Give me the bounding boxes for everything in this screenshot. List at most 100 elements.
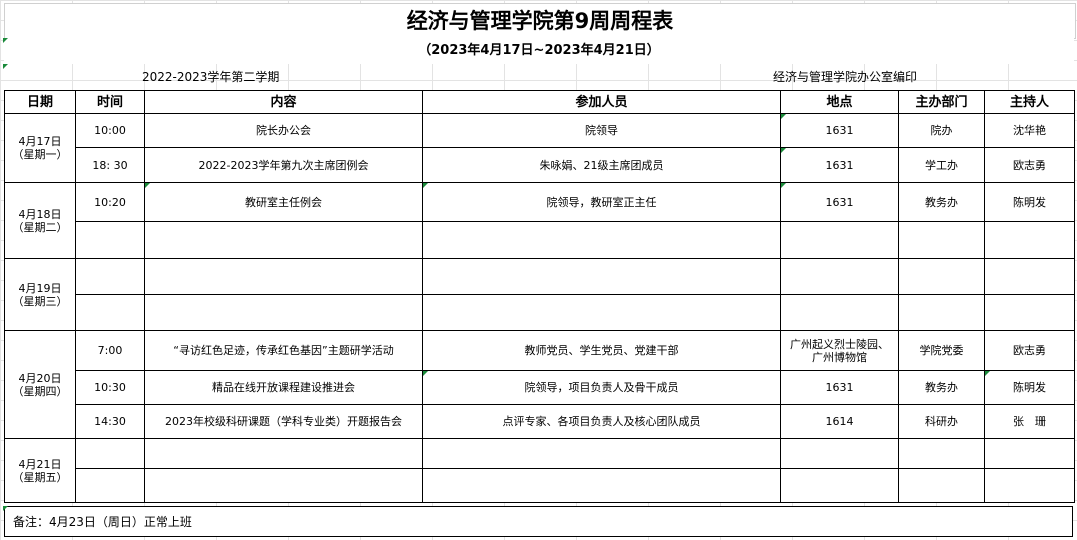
organizer-cell[interactable] <box>898 468 985 503</box>
time-cell[interactable]: 10:30 <box>75 370 145 405</box>
host-cell[interactable] <box>984 258 1075 295</box>
table-row[interactable] <box>5 468 1075 503</box>
content-cell[interactable] <box>144 468 423 503</box>
time-cell[interactable]: 7:00 <box>75 330 145 371</box>
host-cell[interactable]: 陈明发 <box>984 370 1075 405</box>
host-cell[interactable]: 陈明发 <box>984 182 1075 222</box>
header-host: 主持人 <box>984 90 1075 114</box>
participants-cell[interactable] <box>422 468 781 503</box>
participants-cell[interactable] <box>422 221 781 259</box>
table-row[interactable]: 18: 30 2022-2023学年第九次主席团例会 朱咏娟、21级主席团成员 … <box>5 147 1075 183</box>
organizer-cell[interactable]: 学工办 <box>898 147 985 183</box>
date-cell: 4月20日 （星期四） <box>4 330 76 439</box>
location-cell[interactable] <box>780 221 899 259</box>
location-cell[interactable]: 1631 <box>780 370 899 405</box>
organizer-cell[interactable] <box>898 258 985 295</box>
location-cell[interactable]: 1631 <box>780 113 899 148</box>
location-cell[interactable] <box>780 258 899 295</box>
time-cell[interactable]: 14:30 <box>75 404 145 439</box>
host-cell[interactable] <box>984 468 1075 503</box>
location-cell[interactable]: 广州起义烈士陵园、 广州博物馆 <box>780 330 899 371</box>
header-content: 内容 <box>144 90 423 114</box>
organizer-cell[interactable]: 学院党委 <box>898 330 985 371</box>
time-cell[interactable] <box>75 258 145 295</box>
content-cell[interactable] <box>144 294 423 331</box>
content-cell[interactable]: 教研室主任例会 <box>144 182 423 222</box>
table-row[interactable]: 4月20日 （星期四） 7:00 “寻访红色足迹，传承红色基因”主题研学活动 教… <box>4 330 1075 439</box>
participants-cell[interactable]: 点评专家、各项目负责人及核心团队成员 <box>422 404 781 439</box>
content-cell[interactable]: 2022-2023学年第九次主席团例会 <box>144 147 423 183</box>
content-cell[interactable]: “寻访红色足迹，传承红色基因”主题研学活动 <box>144 330 423 371</box>
participants-cell[interactable]: 院领导，项目负责人及骨干成员 <box>422 370 781 405</box>
date-cell: 4月17日 （星期一） <box>4 113 76 183</box>
weekday-text: （星期二） <box>12 220 68 234</box>
header-time: 时间 <box>75 90 145 114</box>
participants-cell[interactable] <box>422 294 781 331</box>
organizer-cell[interactable] <box>898 294 985 331</box>
table-row[interactable]: 4月18日 （星期二） 10:20 教研室主任例会 院领导，教研室正主任 163… <box>4 182 1075 259</box>
organizer-cell[interactable]: 教务办 <box>898 182 985 222</box>
content-cell[interactable]: 院长办公会 <box>144 113 423 148</box>
time-cell[interactable] <box>75 294 145 331</box>
time-cell[interactable]: 10:00 <box>75 113 145 148</box>
host-cell[interactable]: 张 珊 <box>984 404 1075 439</box>
host-cell[interactable] <box>984 438 1075 469</box>
header-location: 地点 <box>780 90 899 114</box>
table-row[interactable] <box>5 221 1075 259</box>
time-cell[interactable] <box>75 468 145 503</box>
organizer-cell[interactable]: 教务办 <box>898 370 985 405</box>
content-cell[interactable] <box>144 438 423 469</box>
host-cell[interactable] <box>984 294 1075 331</box>
table-row[interactable]: 10:30 精品在线开放课程建设推进会 院领导，项目负责人及骨干成员 1631 … <box>5 370 1075 405</box>
date-text: 4月20日 <box>18 371 62 385</box>
semester-label: 2022-2023学年第二学期 <box>142 70 280 84</box>
participants-cell[interactable] <box>422 258 781 295</box>
content-cell[interactable]: 2023年校级科研课题（学科专业类）开题报告会 <box>144 404 423 439</box>
date-text: 4月19日 <box>18 281 62 295</box>
time-cell[interactable]: 18: 30 <box>75 147 145 183</box>
table-row[interactable]: 14:30 2023年校级科研课题（学科专业类）开题报告会 点评专家、各项目负责… <box>5 404 1075 439</box>
note-footer: 备注：4月23日（周日）正常上班 <box>4 506 1073 537</box>
date-text: 4月18日 <box>18 207 62 221</box>
participants-cell[interactable]: 院领导，教研室正主任 <box>422 182 781 222</box>
content-cell[interactable] <box>144 221 423 259</box>
location-cell[interactable] <box>780 468 899 503</box>
table-row[interactable]: 4月19日 （星期三） <box>4 258 1075 331</box>
content-cell[interactable] <box>144 258 423 295</box>
table-row[interactable]: 4月21日 （星期五） <box>4 438 1075 503</box>
host-cell[interactable] <box>984 221 1075 259</box>
location-cell[interactable] <box>780 294 899 331</box>
header-organizer: 主办部门 <box>898 90 985 114</box>
organizer-cell[interactable]: 科研办 <box>898 404 985 439</box>
organizer-cell[interactable] <box>898 438 985 469</box>
participants-cell[interactable]: 院领导 <box>422 113 781 148</box>
location-cell[interactable]: 1631 <box>780 147 899 183</box>
comment-marker-icon <box>3 38 8 43</box>
time-cell[interactable] <box>75 438 145 469</box>
host-cell[interactable]: 欧志勇 <box>984 330 1075 371</box>
time-cell[interactable] <box>75 221 145 259</box>
host-cell[interactable]: 沈华艳 <box>984 113 1075 148</box>
schedule-table: 日期 时间 内容 参加人员 地点 主办部门 主持人 4月17日 （星期一） 10… <box>4 90 1075 503</box>
weekday-text: （星期五） <box>12 470 68 484</box>
participants-cell[interactable] <box>422 438 781 469</box>
organizer-cell[interactable] <box>898 221 985 259</box>
host-cell[interactable]: 欧志勇 <box>984 147 1075 183</box>
date-cell: 4月21日 （星期五） <box>4 438 76 503</box>
page-title: 经济与管理学院第9周周程表 <box>4 3 1076 39</box>
table-row[interactable]: 4月17日 （星期一） 10:00 院长办公会 院领导 1631 院办 沈华艳 <box>4 113 1075 183</box>
date-text: 4月17日 <box>18 135 62 148</box>
time-cell[interactable]: 10:20 <box>75 182 145 222</box>
participants-cell[interactable]: 教师党员、学生党员、党建干部 <box>422 330 781 371</box>
location-cell[interactable]: 1631 <box>780 182 899 222</box>
table-row[interactable] <box>5 294 1075 331</box>
table-header-row: 日期 时间 内容 参加人员 地点 主办部门 主持人 <box>4 90 1075 114</box>
comment-marker-icon <box>3 64 8 69</box>
location-cell[interactable] <box>780 438 899 469</box>
organizer-cell[interactable]: 院办 <box>898 113 985 148</box>
date-text: 4月21日 <box>18 457 62 471</box>
content-cell[interactable]: 精品在线开放课程建设推进会 <box>144 370 423 405</box>
participants-cell[interactable]: 朱咏娟、21级主席团成员 <box>422 147 781 183</box>
compiled-by-label: 经济与管理学院办公室编印 <box>773 70 918 84</box>
location-cell[interactable]: 1614 <box>780 404 899 439</box>
